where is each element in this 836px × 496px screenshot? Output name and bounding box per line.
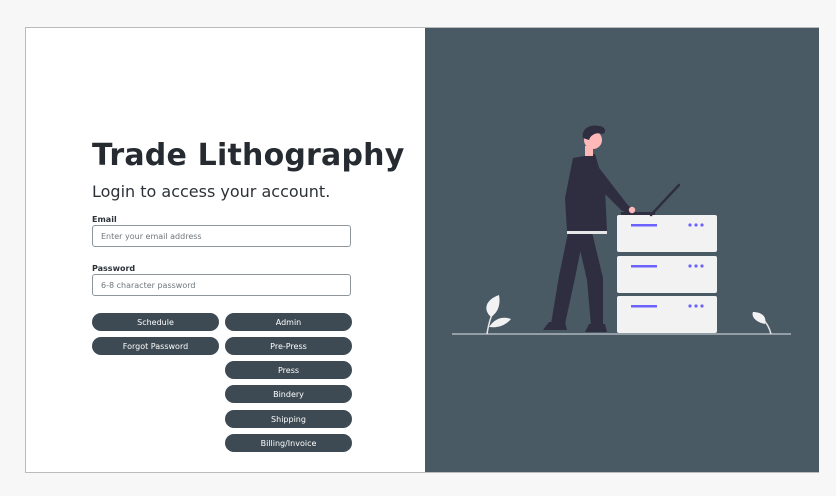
login-panel: Trade Lithography Login to access your a… — [26, 28, 425, 472]
plant-left-icon — [486, 295, 511, 335]
plant-right-icon — [752, 312, 772, 335]
login-window: Trade Lithography Login to access your a… — [25, 27, 819, 473]
pre-press-button[interactable]: Pre-Press — [225, 337, 352, 355]
forgot-password-button[interactable]: Forgot Password — [92, 337, 219, 355]
press-button[interactable]: Press — [225, 361, 352, 379]
person-with-laptop-server-illustration — [452, 125, 791, 335]
admin-button[interactable]: Admin — [225, 313, 352, 331]
password-label: Password — [92, 264, 136, 273]
page-subtitle: Login to access your account. — [92, 182, 331, 201]
password-input[interactable] — [92, 274, 351, 296]
email-input[interactable] — [92, 225, 351, 247]
schedule-button[interactable]: Schedule — [92, 313, 219, 331]
bindery-button[interactable]: Bindery — [225, 385, 352, 403]
email-label: Email — [92, 215, 117, 224]
server-rack-icon — [617, 215, 717, 333]
page-title: Trade Lithography — [92, 138, 405, 173]
illustration-panel — [425, 28, 819, 472]
billing-invoice-button[interactable]: Billing/Invoice — [225, 434, 352, 452]
shipping-button[interactable]: Shipping — [225, 410, 352, 428]
